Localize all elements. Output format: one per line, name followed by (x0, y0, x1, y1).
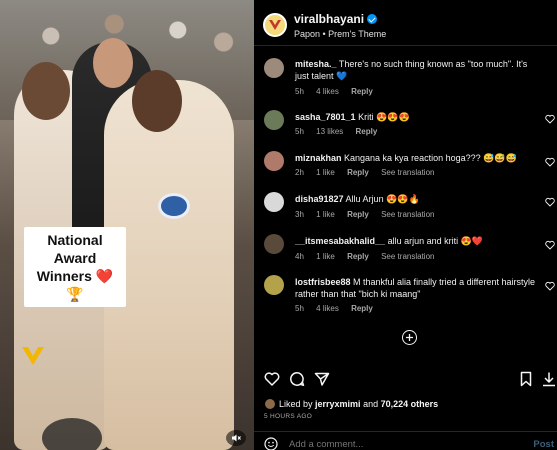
media-head-right (132, 70, 182, 132)
post-comment-button[interactable]: Post (533, 439, 554, 450)
post-header: viralbhayani Papon • Prem's Theme (254, 0, 557, 46)
verified-badge-icon (367, 14, 378, 24)
post-timestamp[interactable]: 5 HOURS AGO (264, 413, 312, 420)
liked-user[interactable]: jerryxmimi (315, 399, 361, 409)
comment-time: 5h (295, 87, 304, 96)
comment-avatar[interactable] (264, 151, 284, 171)
heart-icon[interactable] (545, 197, 555, 207)
comment-likes[interactable]: 13 likes (316, 127, 343, 136)
comment-avatar[interactable] (264, 192, 284, 212)
reply-button[interactable]: Reply (347, 168, 369, 177)
comment-time: 5h (295, 304, 304, 313)
brand-logo-icon (269, 20, 281, 30)
post-author-username[interactable]: viralbhayani (294, 12, 364, 26)
media-badge-pin (158, 193, 190, 219)
post-action-bar (254, 368, 557, 390)
comment-likes[interactable]: 1 like (316, 210, 335, 219)
comment-text: disha91827 Allu Arjun 😍😍🔥 (295, 193, 539, 205)
see-translation-link[interactable]: See translation (381, 252, 434, 261)
mute-button[interactable] (226, 430, 246, 446)
liked-and: and (360, 399, 381, 409)
heart-icon[interactable] (545, 240, 555, 250)
comment-meta: 5h 4 likes Reply (295, 304, 383, 313)
speaker-muted-icon (232, 434, 241, 442)
comment-username[interactable]: sasha_7801_1 (295, 112, 356, 122)
avatar[interactable] (263, 13, 287, 37)
liker-avatar[interactable] (264, 398, 276, 410)
comment-username[interactable]: miznakhan (295, 153, 342, 163)
comment-text: mitesha._ There's no such thing known as… (295, 58, 539, 82)
audio-attribution[interactable]: Papon • Prem's Theme (294, 29, 386, 39)
media-overlay-circle (42, 418, 102, 450)
comment-time: 2h (295, 168, 304, 177)
post-author[interactable]: viralbhayani (294, 12, 378, 26)
comment-avatar[interactable] (264, 234, 284, 254)
download-icon[interactable] (541, 371, 557, 387)
reply-button[interactable]: Reply (351, 304, 373, 313)
watermark-logo-icon (22, 347, 44, 365)
load-more-comments-button[interactable] (402, 330, 417, 345)
likes-summary: Liked by jerryxmimi and 70,224 others (264, 398, 554, 410)
emoji-icon[interactable] (264, 437, 278, 450)
comment-body: Kangana ka kya reaction hoga??? 😅😅😅 (341, 153, 517, 163)
comment-time: 4h (295, 252, 304, 261)
comment-text: __itsmesabakhalid__ allu arjun and kriti… (295, 235, 539, 247)
reply-button[interactable]: Reply (347, 252, 369, 261)
comment-likes[interactable]: 4 likes (316, 87, 339, 96)
comment-bubble-icon[interactable] (289, 371, 305, 387)
comment-input[interactable] (289, 439, 489, 450)
plus-icon (406, 334, 413, 341)
comment-body: allu arjun and kriti 😍❤️ (385, 236, 484, 246)
media-head-left (22, 62, 70, 120)
comment-avatar[interactable] (264, 110, 284, 130)
comment-time: 3h (295, 210, 304, 219)
comment-meta: 5h 4 likes Reply (295, 87, 383, 96)
reply-button[interactable]: Reply (347, 210, 369, 219)
comment-username[interactable]: lostfrisbee88 (295, 277, 351, 287)
comment-avatar[interactable] (264, 58, 284, 78)
see-translation-link[interactable]: See translation (381, 168, 434, 177)
share-paper-plane-icon[interactable] (314, 371, 330, 387)
comment-body: Kriti 😍😍😍 (355, 112, 410, 122)
comment-likes[interactable]: 1 like (316, 252, 335, 261)
comment-meta: 2h 1 like Reply See translation (295, 168, 444, 177)
reply-button[interactable]: Reply (356, 127, 378, 136)
like-heart-icon[interactable] (264, 371, 280, 387)
comment-body: Allu Arjun 😍😍🔥 (343, 194, 420, 204)
comment-meta: 4h 1 like Reply See translation (295, 252, 444, 261)
post-media[interactable]: National Award Winners ❤️ 🏆 (0, 0, 254, 450)
comment-avatar[interactable] (264, 275, 284, 295)
see-translation-link[interactable]: See translation (381, 210, 434, 219)
bookmark-icon[interactable] (518, 371, 534, 387)
heart-icon[interactable] (545, 281, 555, 291)
comment-username[interactable]: __itsmesabakhalid__ (295, 236, 385, 246)
comment-time: 5h (295, 127, 304, 136)
comment-text: lostfrisbee88 M thankful alia finally tr… (295, 276, 539, 300)
overlay-line-1: National Award (47, 232, 103, 266)
reply-button[interactable]: Reply (351, 87, 373, 96)
heart-icon[interactable] (545, 114, 555, 124)
comment-likes[interactable]: 4 likes (316, 304, 339, 313)
comment-likes[interactable]: 1 like (316, 168, 335, 177)
media-head-middle (93, 38, 133, 88)
comment-meta: 5h 13 likes Reply (295, 127, 387, 136)
comment-text: miznakhan Kangana ka kya reaction hoga??… (295, 152, 539, 164)
media-overlay-caption: National Award Winners ❤️ 🏆 (24, 227, 126, 307)
comment-text: sasha_7801_1 Kriti 😍😍😍 (295, 111, 539, 123)
comment-meta: 3h 1 like Reply See translation (295, 210, 444, 219)
heart-icon[interactable] (545, 157, 555, 167)
post-details-panel: viralbhayani Papon • Prem's Theme mitesh… (254, 0, 557, 450)
comment-username[interactable]: mitesha._ (295, 59, 337, 69)
liked-prefix: Liked by (279, 399, 316, 409)
comment-username[interactable]: disha91827 (295, 194, 344, 204)
overlay-line-2: Winners ❤️ 🏆 (36, 268, 114, 302)
liked-count[interactable]: 70,224 others (381, 399, 439, 409)
add-comment-bar: Post (254, 431, 557, 450)
